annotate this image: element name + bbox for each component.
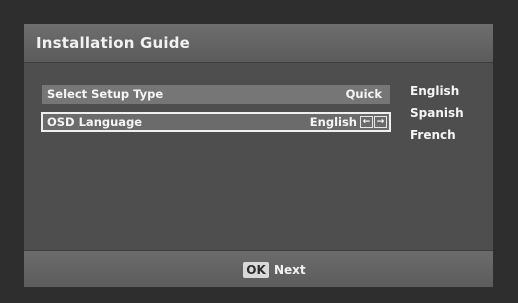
next-label: Next	[274, 263, 306, 277]
setup-type-row[interactable]: Select Setup Type Quick	[42, 85, 390, 104]
osd-language-label: OSD Language	[47, 115, 143, 129]
footer-bar: OK Next	[24, 250, 493, 287]
osd-language-value: English	[309, 115, 357, 129]
page-title: Installation Guide	[36, 34, 191, 52]
language-option-english[interactable]: English	[410, 84, 459, 98]
setup-type-value: Quick	[345, 87, 382, 101]
tv-screen: Installation Guide Select Setup Type Qui…	[0, 0, 518, 303]
ok-key-icon[interactable]: OK	[243, 262, 269, 278]
right-arrow-icon[interactable]: →	[374, 116, 387, 128]
left-arrow-icon[interactable]: ←	[360, 116, 373, 128]
language-arrows: ← →	[360, 116, 387, 128]
osd-language-row[interactable]: OSD Language English ← →	[41, 112, 391, 132]
installation-guide-panel: Installation Guide Select Setup Type Qui…	[24, 24, 493, 287]
language-option-french[interactable]: French	[410, 128, 456, 142]
language-option-spanish[interactable]: Spanish	[410, 106, 464, 120]
title-bar: Installation Guide	[24, 24, 493, 63]
setup-type-label: Select Setup Type	[47, 87, 164, 101]
